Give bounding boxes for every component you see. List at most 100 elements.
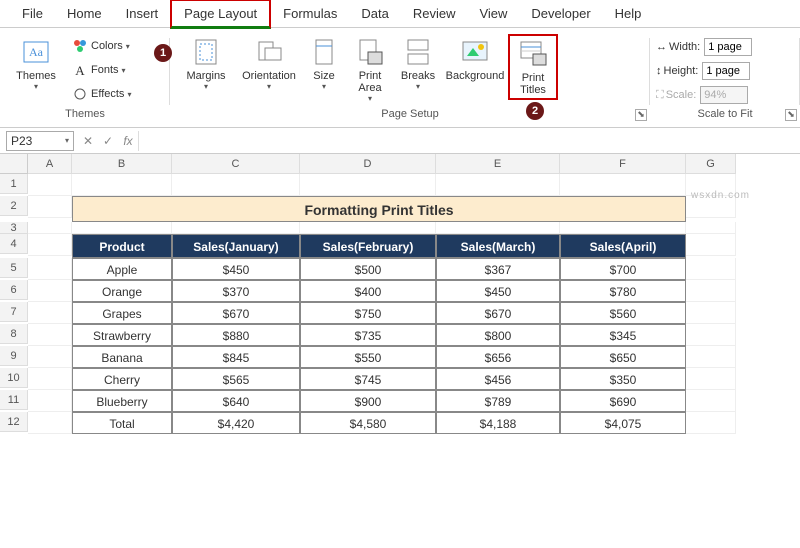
table-cell[interactable]: $565: [172, 368, 300, 390]
table-cell[interactable]: Banana: [72, 346, 172, 368]
cell[interactable]: [560, 174, 686, 196]
cell[interactable]: [300, 174, 436, 196]
print-titles-button[interactable]: Print Titles 2: [508, 34, 558, 100]
margins-button[interactable]: Margins: [176, 34, 236, 93]
cell[interactable]: [28, 196, 72, 218]
table-cell[interactable]: Cherry: [72, 368, 172, 390]
cell[interactable]: [28, 280, 72, 302]
tab-file[interactable]: File: [10, 1, 55, 26]
tab-home[interactable]: Home: [55, 1, 114, 26]
scale-launcher[interactable]: ⬊: [785, 109, 797, 121]
table-cell[interactable]: $780: [560, 280, 686, 302]
row-head[interactable]: 5: [0, 258, 28, 278]
formula-input[interactable]: [138, 131, 800, 151]
cell[interactable]: [686, 234, 736, 256]
cell[interactable]: [686, 302, 736, 324]
row-head[interactable]: 9: [0, 346, 28, 366]
orientation-button[interactable]: Orientation: [236, 34, 302, 93]
cell[interactable]: [686, 258, 736, 280]
table-cell[interactable]: $450: [436, 280, 560, 302]
cell[interactable]: [28, 222, 72, 234]
height-input[interactable]: [702, 62, 750, 80]
row-head[interactable]: 7: [0, 302, 28, 322]
table-cell[interactable]: $4,075: [560, 412, 686, 434]
table-cell[interactable]: Strawberry: [72, 324, 172, 346]
table-cell[interactable]: $880: [172, 324, 300, 346]
table-cell[interactable]: $456: [436, 368, 560, 390]
table-header[interactable]: Product: [72, 234, 172, 258]
cell[interactable]: [686, 324, 736, 346]
table-cell[interactable]: $690: [560, 390, 686, 412]
table-cell[interactable]: $370: [172, 280, 300, 302]
table-cell[interactable]: $900: [300, 390, 436, 412]
cell[interactable]: [28, 346, 72, 368]
cell[interactable]: [686, 280, 736, 302]
themes-button[interactable]: Aa Themes: [6, 34, 66, 93]
table-cell[interactable]: $800: [436, 324, 560, 346]
tab-help[interactable]: Help: [603, 1, 654, 26]
table-cell[interactable]: $550: [300, 346, 436, 368]
table-cell[interactable]: $450: [172, 258, 300, 280]
table-cell[interactable]: Apple: [72, 258, 172, 280]
cell[interactable]: [172, 222, 300, 234]
tab-view[interactable]: View: [467, 1, 519, 26]
fonts-button[interactable]: A Fonts: [68, 60, 135, 80]
row-head[interactable]: 1: [0, 174, 28, 194]
tab-review[interactable]: Review: [401, 1, 468, 26]
cell[interactable]: [560, 222, 686, 234]
cell[interactable]: [300, 222, 436, 234]
col-head-g[interactable]: G: [686, 154, 736, 174]
enter-icon[interactable]: ✓: [98, 134, 118, 148]
cell[interactable]: [686, 412, 736, 434]
table-cell[interactable]: $500: [300, 258, 436, 280]
cancel-icon[interactable]: ✕: [78, 134, 98, 148]
cell[interactable]: [28, 368, 72, 390]
row-head[interactable]: 10: [0, 368, 28, 388]
col-head-b[interactable]: B: [72, 154, 172, 174]
select-all-corner[interactable]: [0, 154, 28, 174]
table-cell[interactable]: $789: [436, 390, 560, 412]
cell[interactable]: [436, 174, 560, 196]
tab-insert[interactable]: Insert: [114, 1, 171, 26]
page-setup-launcher[interactable]: ⬊: [635, 109, 647, 121]
cell[interactable]: [28, 412, 72, 434]
table-cell[interactable]: $4,188: [436, 412, 560, 434]
cell[interactable]: [28, 324, 72, 346]
col-head-d[interactable]: D: [300, 154, 436, 174]
cell[interactable]: [72, 222, 172, 234]
table-cell[interactable]: $670: [436, 302, 560, 324]
cell[interactable]: [686, 368, 736, 390]
cell[interactable]: [28, 302, 72, 324]
breaks-button[interactable]: Breaks: [394, 34, 442, 93]
row-head[interactable]: 8: [0, 324, 28, 344]
table-cell[interactable]: $345: [560, 324, 686, 346]
cell[interactable]: [28, 258, 72, 280]
col-head-a[interactable]: A: [28, 154, 72, 174]
table-cell[interactable]: Orange: [72, 280, 172, 302]
cell[interactable]: [172, 174, 300, 196]
tab-page-layout[interactable]: Page Layout: [170, 0, 271, 29]
table-cell[interactable]: $560: [560, 302, 686, 324]
table-cell[interactable]: $700: [560, 258, 686, 280]
cell[interactable]: [436, 222, 560, 234]
colors-button[interactable]: Colors: [68, 36, 135, 56]
width-input[interactable]: [704, 38, 752, 56]
row-head[interactable]: 12: [0, 412, 28, 432]
table-cell[interactable]: $735: [300, 324, 436, 346]
cell[interactable]: [28, 174, 72, 196]
cell[interactable]: [28, 390, 72, 412]
row-head[interactable]: 11: [0, 390, 28, 410]
table-cell[interactable]: $750: [300, 302, 436, 324]
table-cell[interactable]: $745: [300, 368, 436, 390]
col-head-e[interactable]: E: [436, 154, 560, 174]
table-cell[interactable]: Total: [72, 412, 172, 434]
table-cell[interactable]: $650: [560, 346, 686, 368]
table-cell[interactable]: $367: [436, 258, 560, 280]
table-header[interactable]: Sales(March): [436, 234, 560, 258]
col-head-c[interactable]: C: [172, 154, 300, 174]
table-cell[interactable]: $640: [172, 390, 300, 412]
row-head[interactable]: 6: [0, 280, 28, 300]
tab-data[interactable]: Data: [349, 1, 400, 26]
name-box[interactable]: P23 ▾: [6, 131, 74, 151]
table-header[interactable]: Sales(January): [172, 234, 300, 258]
